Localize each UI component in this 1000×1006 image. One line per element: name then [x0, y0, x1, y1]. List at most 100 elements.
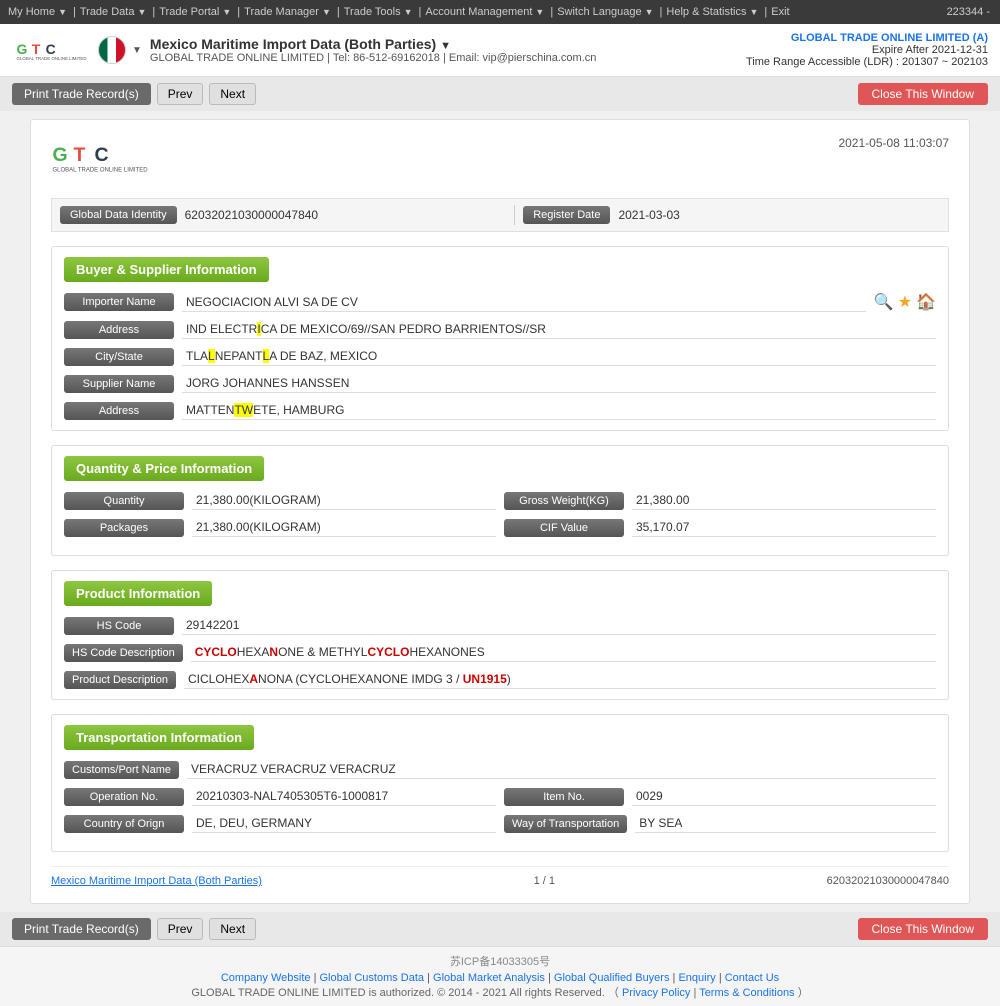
nav-trade-tools[interactable]: Trade Tools [344, 6, 401, 18]
page-footer: 苏ICP备14033305号 Company Website | Global … [0, 946, 1000, 1006]
importer-address-label: Address [64, 321, 174, 339]
nav-trade-data[interactable]: Trade Data [80, 6, 135, 18]
quantity-price-header: Quantity & Price Information [64, 456, 264, 481]
customs-port-value: VERACRUZ VERACRUZ VERACRUZ [187, 760, 936, 779]
nav-help-statistics[interactable]: Help & Statistics [666, 6, 746, 18]
buyer-supplier-header: Buyer & Supplier Information [64, 257, 269, 282]
nav-account-management[interactable]: Account Management [425, 6, 532, 18]
hs-code-value: 29142201 [182, 616, 936, 635]
importer-name-label: Importer Name [64, 293, 174, 311]
time-range: Time Range Accessible (LDR) : 201307 ~ 2… [746, 56, 988, 68]
register-date-value: 2021-03-03 [618, 208, 940, 222]
gross-weight-value: 21,380.00 [632, 491, 936, 510]
title-arrow[interactable]: ▼ [440, 40, 451, 52]
operation-no-value: 20210303-NAL7405305T6-1000817 [192, 787, 496, 806]
print-button-bottom[interactable]: Print Trade Record(s) [12, 918, 151, 940]
operation-no-col: Operation No. 20210303-NAL7405305T6-1000… [64, 787, 496, 806]
star-icon[interactable]: ★ [898, 292, 912, 312]
copyright-end: ） [798, 987, 809, 999]
gdi-separator [514, 205, 515, 225]
item-no-label: Item No. [504, 788, 624, 806]
product-desc-value: CICLOHEXANONA (CYCLOHEXANONE IMDG 3 / UN… [184, 670, 936, 689]
title-text: Mexico Maritime Import Data (Both Partie… [150, 36, 436, 52]
supplier-name-value: JORG JOHANNES HANSSEN [182, 374, 936, 393]
country-transport-row: Country of Orign DE, DEU, GERMANY Way of… [64, 814, 936, 833]
page-title-area: Mexico Maritime Import Data (Both Partie… [150, 36, 596, 64]
cif-value: 35,170.07 [632, 518, 936, 537]
top-navigation: My Home ▼ | Trade Data ▼ | Trade Portal … [0, 0, 1000, 24]
global-market-analysis-link[interactable]: Global Market Analysis [433, 972, 545, 984]
privacy-policy-link[interactable]: Privacy Policy [622, 987, 690, 999]
quantity-col: Quantity 21,380.00(KILOGRAM) [64, 491, 496, 510]
expire-date: Expire After 2021-12-31 [746, 44, 988, 56]
footer-record-id: 62032021030000047840 [827, 875, 949, 887]
quantity-label: Quantity [64, 492, 184, 510]
nav-sep-1: | [73, 6, 76, 18]
transportation-header: Transportation Information [64, 725, 254, 750]
quantity-price-section: Quantity & Price Information Quantity 21… [51, 445, 949, 556]
global-qualified-buyers-link[interactable]: Global Qualified Buyers [554, 972, 670, 984]
enquiry-link[interactable]: Enquiry [678, 972, 715, 984]
supplier-address-row: Address MATTENTWETE, HAMBURG [64, 401, 936, 420]
supplier-address-value: MATTENTWETE, HAMBURG [182, 401, 936, 420]
product-desc-label: Product Description [64, 671, 176, 689]
importer-address-row: Address IND ELECTRICA DE MEXICO/69//SAN … [64, 320, 936, 339]
close-button-bottom[interactable]: Close This Window [858, 918, 988, 940]
account-info: GLOBAL TRADE ONLINE LIMITED (A) Expire A… [746, 32, 988, 68]
item-no-col: Item No. 0029 [504, 787, 936, 806]
country-origin-value: DE, DEU, GERMANY [192, 814, 496, 833]
way-transport-col: Way of Transportation BY SEA [504, 814, 936, 833]
nav-sep-7: | [660, 6, 663, 18]
customs-port-row: Customs/Port Name VERACRUZ VERACRUZ VERA… [64, 760, 936, 779]
product-section: Product Information HS Code 29142201 HS … [51, 570, 949, 700]
transportation-section: Transportation Information Customs/Port … [51, 714, 949, 852]
importer-action-icons: 🔍 ★ 🏠 [874, 292, 936, 312]
contact-us-link[interactable]: Contact Us [725, 972, 779, 984]
nav-trade-portal[interactable]: Trade Portal [159, 6, 219, 18]
top-toolbar: Print Trade Record(s) Prev Next Close Th… [0, 77, 1000, 111]
company-name: GLOBAL TRADE ONLINE LIMITED (A) [746, 32, 988, 44]
close-button-top[interactable]: Close This Window [858, 83, 988, 105]
hs-code-desc-row: HS Code Description CYCLOHEXANONE & METH… [64, 643, 936, 662]
product-header: Product Information [64, 581, 212, 606]
mexico-flag[interactable] [98, 36, 126, 64]
packages-label: Packages [64, 519, 184, 537]
country-origin-label: Country of Orign [64, 815, 184, 833]
packages-value: 21,380.00(KILOGRAM) [192, 518, 496, 537]
nav-my-home[interactable]: My Home [8, 6, 55, 18]
svg-text:T: T [32, 41, 41, 57]
svg-text:C: C [46, 41, 56, 57]
nav-exit[interactable]: Exit [771, 6, 789, 18]
supplier-name-row: Supplier Name JORG JOHANNES HANSSEN [64, 374, 936, 393]
print-button-top[interactable]: Print Trade Record(s) [12, 83, 151, 105]
svg-text:G: G [53, 144, 68, 166]
search-icon[interactable]: 🔍 [874, 292, 894, 312]
account-number: 223344 - [947, 6, 990, 18]
next-button-bottom[interactable]: Next [209, 918, 256, 940]
prev-button-bottom[interactable]: Prev [157, 918, 204, 940]
gross-weight-col: Gross Weight(KG) 21,380.00 [504, 491, 936, 510]
terms-conditions-link[interactable]: Terms & Conditions [699, 987, 794, 999]
way-transport-label: Way of Transportation [504, 815, 627, 833]
home-icon[interactable]: 🏠 [916, 292, 936, 312]
card-logo: G T C GLOBAL TRADE ONLINE LIMITED [51, 136, 171, 184]
company-website-link[interactable]: Company Website [221, 972, 311, 984]
nav-trade-manager[interactable]: Trade Manager [244, 6, 319, 18]
nav-switch-language[interactable]: Switch Language [557, 6, 641, 18]
nav-arrow-1: ▼ [58, 7, 67, 17]
importer-name-value: NEGOCIACION ALVI SA DE CV [182, 293, 866, 312]
nav-sep-2: | [152, 6, 155, 18]
nav-sep-6: | [550, 6, 553, 18]
nav-arrow-5: ▼ [404, 7, 413, 17]
footer-source-link[interactable]: Mexico Maritime Import Data (Both Partie… [51, 875, 262, 887]
global-customs-data-link[interactable]: Global Customs Data [320, 972, 425, 984]
next-button-top[interactable]: Next [209, 83, 256, 105]
flag-dropdown-arrow[interactable]: ▼ [132, 45, 142, 56]
nav-arrow-3: ▼ [222, 7, 231, 17]
nav-sep-4: | [337, 6, 340, 18]
gross-weight-label: Gross Weight(KG) [504, 492, 624, 510]
global-data-identity-value: 62032021030000047840 [185, 208, 507, 222]
prev-button-top[interactable]: Prev [157, 83, 204, 105]
packages-col: Packages 21,380.00(KILOGRAM) [64, 518, 496, 537]
hs-code-desc-label: HS Code Description [64, 644, 183, 662]
